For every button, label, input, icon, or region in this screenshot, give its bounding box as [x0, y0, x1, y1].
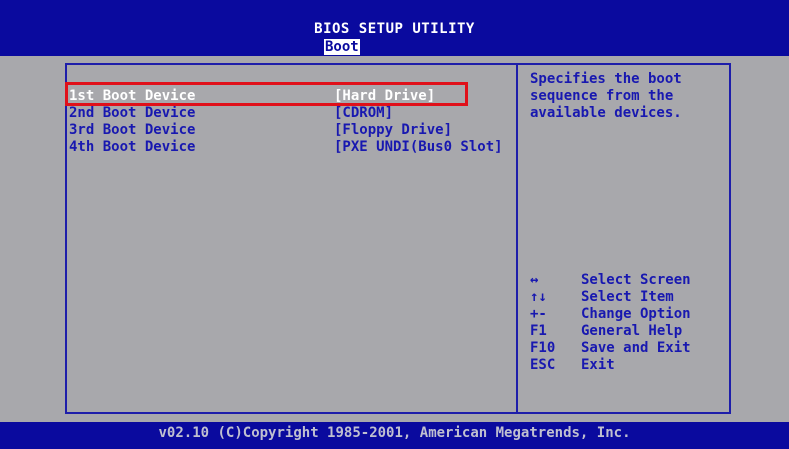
header-bar: BIOS SETUP UTILITY Boot [0, 0, 789, 56]
page-title: BIOS SETUP UTILITY [314, 21, 475, 37]
key-legend-desc: Exit [581, 357, 615, 373]
key-legend-item: ↑↓ Select Item [530, 289, 674, 306]
boot-device-label: 2nd Boot Device [69, 105, 196, 121]
key-legend-desc: Select Screen [581, 272, 691, 288]
help-text: Specifies the boot sequence from the ava… [530, 71, 682, 121]
key-legend-desc: Save and Exit [581, 340, 691, 356]
key-legend-key: ESC [530, 357, 556, 373]
key-legend-key: F1 [530, 323, 547, 339]
copyright-text: v02.10 (C)Copyright 1985-2001, American … [158, 425, 631, 441]
arrow-left-right-icon: ↔ [530, 272, 539, 288]
selection-highlight-box [65, 82, 468, 106]
bios-screen: BIOS SETUP UTILITY Boot 1st Boot Device … [0, 0, 789, 449]
key-legend-item: +- Change Option [530, 306, 691, 323]
panel-divider [516, 63, 518, 414]
key-legend-item: F10 Save and Exit [530, 340, 691, 357]
boot-device-label: 4th Boot Device [69, 139, 196, 155]
footer-bar: v02.10 (C)Copyright 1985-2001, American … [0, 422, 789, 449]
boot-device-row-3[interactable]: 3rd Boot Device [Floppy Drive] [69, 122, 452, 139]
boot-device-value[interactable]: [Floppy Drive] [334, 122, 452, 139]
key-legend-item: F1 General Help [530, 323, 682, 340]
tab-boot[interactable]: Boot [324, 39, 360, 55]
key-legend-item: ↔ Select Screen [530, 272, 691, 289]
boot-device-value[interactable]: [PXE UNDI(Bus0 Slot] [334, 139, 503, 156]
boot-device-label: 3rd Boot Device [69, 122, 196, 138]
boot-device-row-4[interactable]: 4th Boot Device [PXE UNDI(Bus0 Slot] [69, 139, 503, 156]
boot-device-value[interactable]: [CDROM] [334, 105, 393, 122]
key-legend-desc: Change Option [581, 306, 691, 322]
plus-minus-icon: +- [530, 306, 547, 322]
key-legend-key: F10 [530, 340, 556, 356]
arrow-up-down-icon: ↑↓ [530, 289, 547, 305]
key-legend-desc: Select Item [581, 289, 674, 305]
key-legend-desc: General Help [581, 323, 683, 339]
key-legend-item: ESC Exit [530, 357, 615, 374]
boot-device-row-2[interactable]: 2nd Boot Device [CDROM] [69, 105, 393, 122]
